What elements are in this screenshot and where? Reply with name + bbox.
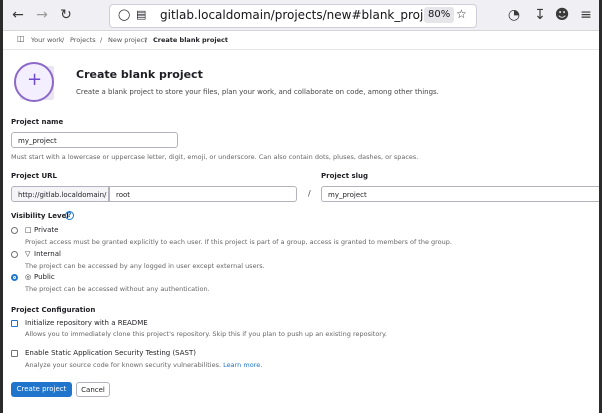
page-description: Create a blank project to store your fil… [76,88,439,96]
browser-toolbar: ← → ↻ ◯ ▤ gitlab.localdomain/projects/ne… [3,0,599,31]
project-url-prefix: http://gitlab.localdomain/ [11,186,109,202]
visibility-public-title[interactable]: Public [34,273,55,281]
project-name-input[interactable]: my_project [11,132,178,148]
forward-icon[interactable]: → [33,6,51,24]
help-icon[interactable]: ? [65,211,74,220]
readme-checkbox[interactable] [11,320,18,327]
account-icon[interactable]: ☻ [553,6,571,24]
visibility-internal-desc: The project can be accessed by any logge… [25,262,265,270]
sast-checkbox[interactable] [11,350,18,357]
breadcrumb-separator: / [145,36,148,44]
breadcrumb-item[interactable]: Projects [70,36,96,44]
visibility-public-desc: The project can be accessed without any … [25,285,210,293]
bookmark-star-icon[interactable]: ☆ [456,7,467,21]
breadcrumb-separator: / [100,36,103,44]
lock-icon: □ [25,226,32,234]
breadcrumb-item[interactable]: Your work [31,36,63,44]
visibility-private-radio[interactable] [11,227,18,234]
breadcrumb-separator: / [62,36,65,44]
globe-icon: ◎ [25,273,32,281]
visibility-internal-title[interactable]: Internal [34,250,61,258]
menu-icon[interactable]: ≡ [577,6,595,24]
project-config-label: Project Configuration [11,306,96,314]
page-info-icon[interactable]: ▤ [136,8,146,21]
project-url-label: Project URL [11,172,58,180]
shield-icon[interactable]: ◯ [118,8,130,21]
project-name-label: Project name [11,118,64,126]
download-icon[interactable]: ↧ [531,6,549,24]
address-bar[interactable]: ◯ ▤ gitlab.localdomain/projects/new#blan… [109,4,477,28]
create-project-icon: + [14,62,54,102]
visibility-private-desc: Project access must be granted explicitl… [25,238,452,246]
visibility-label: Visibility Level [11,212,69,220]
visibility-internal-radio[interactable] [11,251,18,258]
namespace-select[interactable]: root [109,186,297,202]
window-frame-left [0,0,3,413]
visibility-private-title[interactable]: Private [34,226,58,234]
readme-desc: Allows you to immediately clone this pro… [25,330,387,338]
sast-desc-row: Analyze your source code for known secur… [25,361,262,369]
sidebar-toggle-icon[interactable]: ◫ [17,34,25,43]
plus-icon: + [27,69,43,90]
breadcrumb-item-current: Create blank project [153,36,228,44]
project-slug-input[interactable]: my_project [321,186,599,202]
breadcrumb-item[interactable]: New project [108,36,147,44]
visibility-public-radio[interactable] [11,274,18,281]
sast-desc: Analyze your source code for known secur… [25,361,222,369]
zoom-level[interactable]: 80% [424,7,455,23]
create-project-button[interactable]: Create project [11,382,72,397]
readme-title[interactable]: Initialize repository with a README [25,319,148,327]
project-name-help: Must start with a lowercase or uppercase… [11,153,419,161]
shield-icon: ▽ [25,250,31,258]
project-slug-label: Project slug [321,172,369,180]
back-icon[interactable]: ← [9,6,27,24]
learn-more-link[interactable]: Learn more. [223,361,262,369]
reload-icon[interactable]: ↻ [57,6,75,24]
cancel-button[interactable]: Cancel [76,382,110,397]
pocket-icon[interactable]: ◔ [505,6,523,24]
url-text[interactable]: gitlab.localdomain/projects/new#blank_pr… [160,8,442,22]
breadcrumb: ◫ Your work / Projects / New project / C… [3,31,599,50]
sast-title[interactable]: Enable Static Application Security Testi… [25,349,196,357]
url-separator: / [308,189,311,198]
page-title: Create blank project [76,68,203,81]
